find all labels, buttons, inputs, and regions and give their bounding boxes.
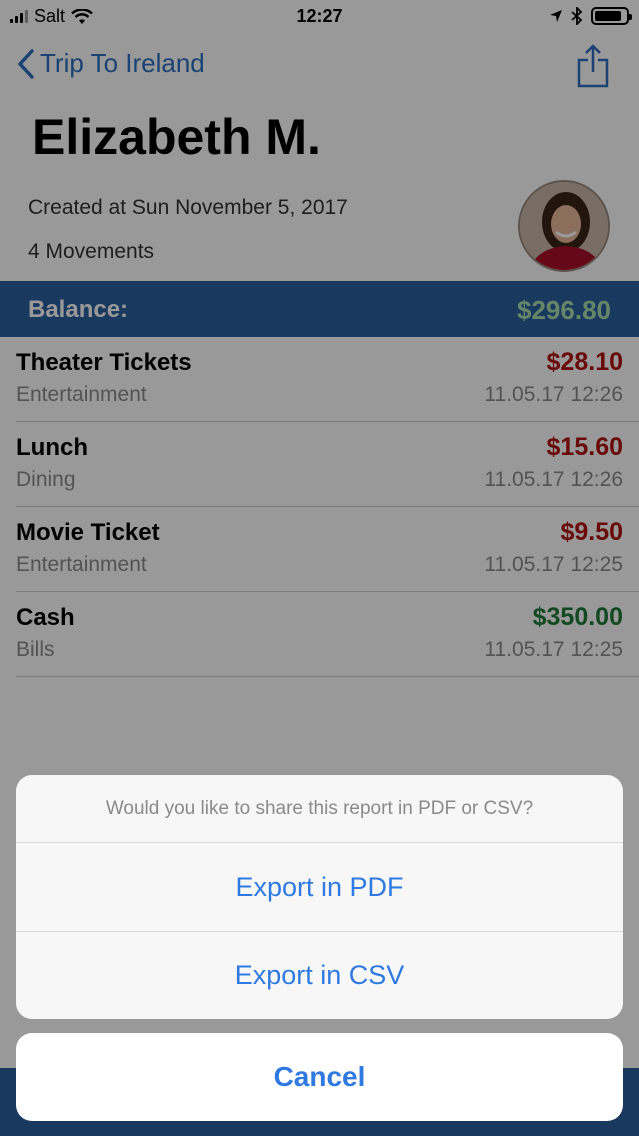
export-csv-button[interactable]: Export in CSV bbox=[16, 931, 623, 1019]
action-sheet: Would you like to share this report in P… bbox=[16, 775, 623, 1019]
action-sheet-message: Would you like to share this report in P… bbox=[16, 775, 623, 843]
export-pdf-button[interactable]: Export in PDF bbox=[16, 843, 623, 931]
cancel-button[interactable]: Cancel bbox=[16, 1033, 623, 1121]
